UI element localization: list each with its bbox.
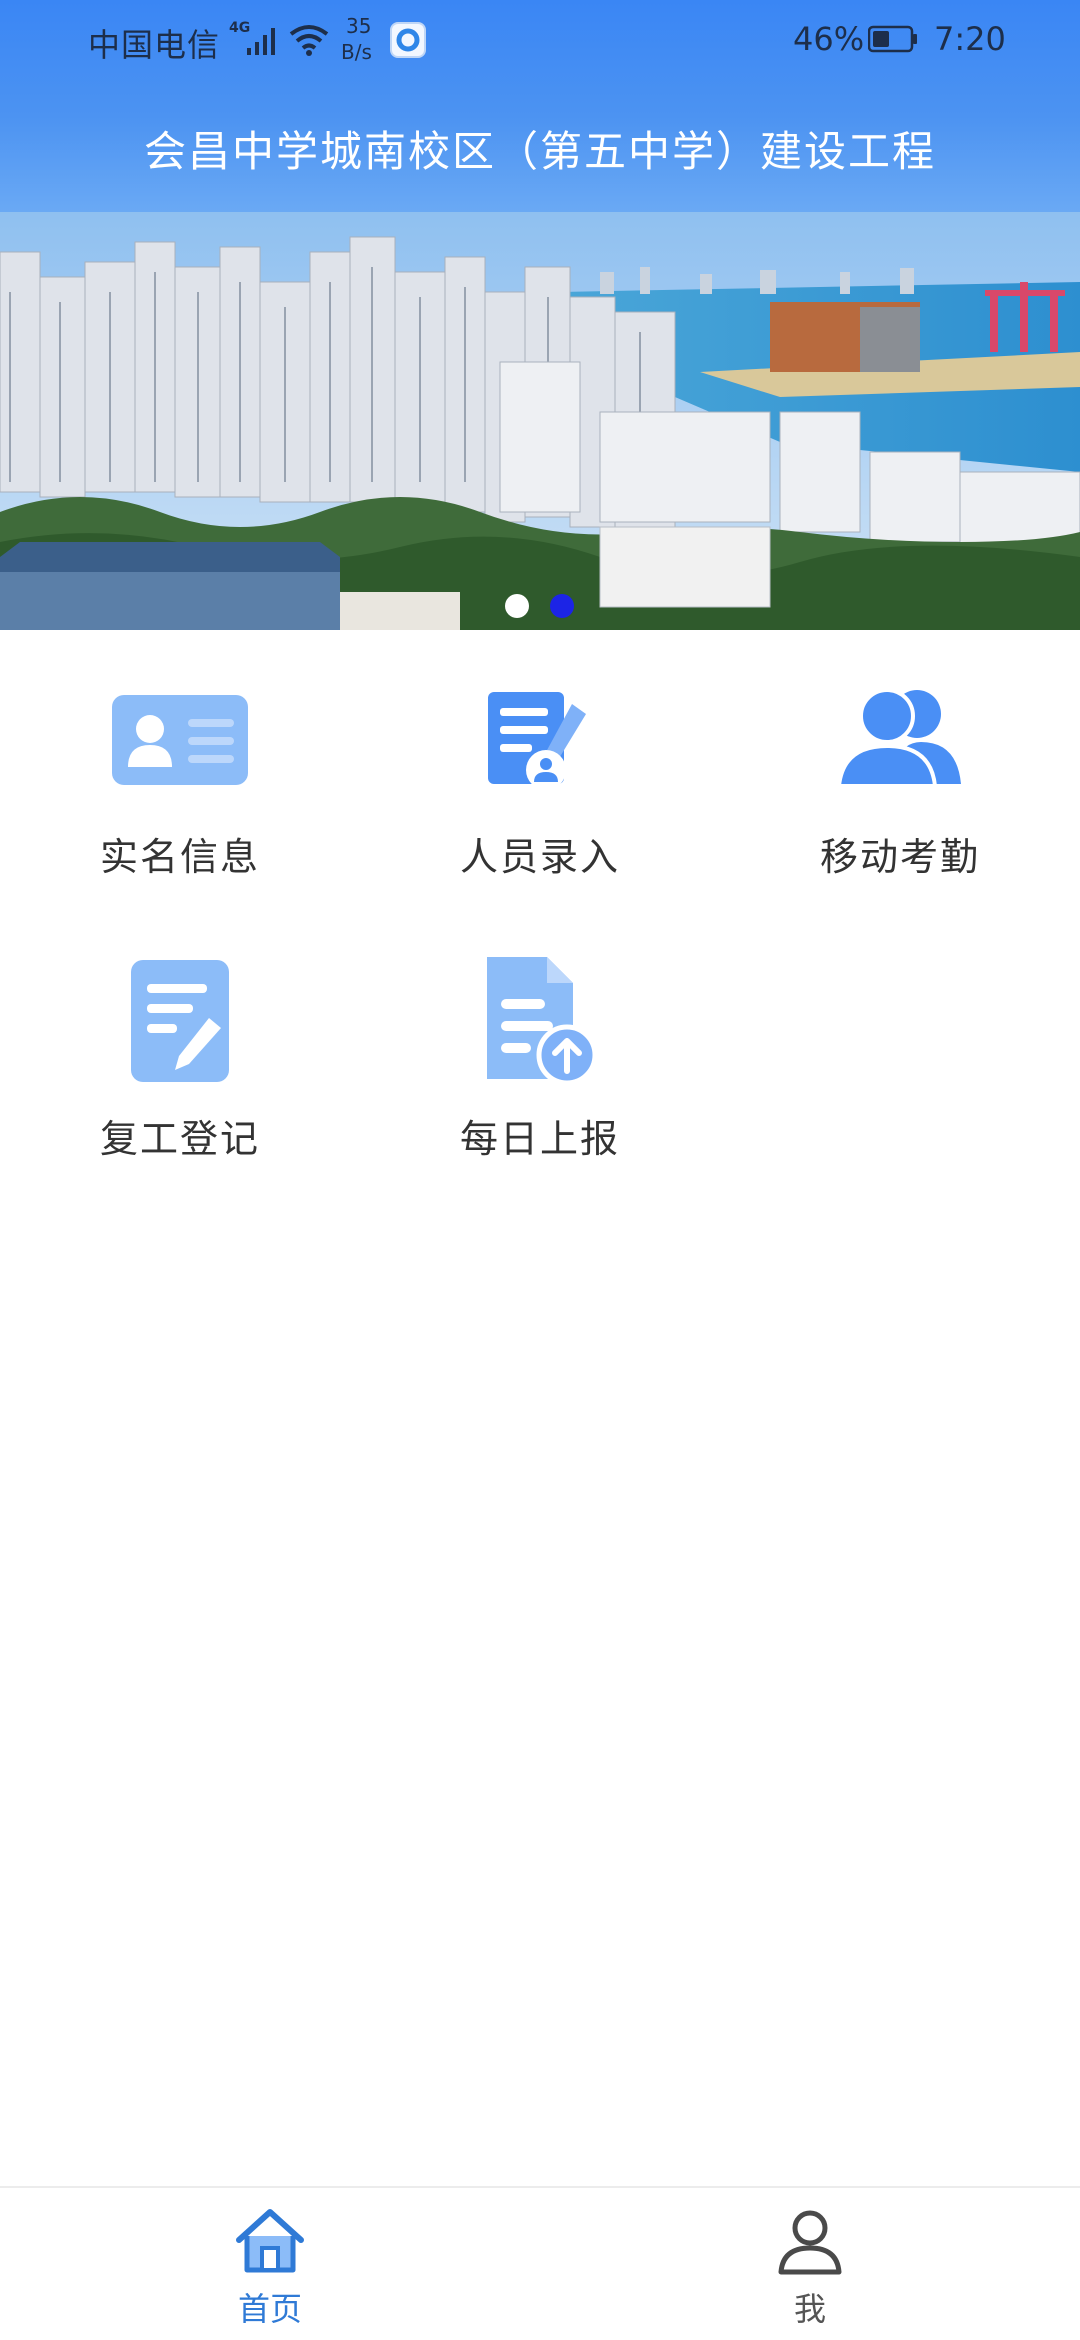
menu-item-real-name-info[interactable]: 实名信息 [50,664,310,884]
carousel-dot-1[interactable] [505,594,529,618]
signal-icon [247,28,275,55]
banner-carousel[interactable] [0,212,1080,630]
document-edit-person-icon [465,664,615,814]
menu-label: 实名信息 [99,835,260,879]
city-skyline-image [0,212,1080,630]
nav-item-home[interactable]: 首页 [170,2204,370,2334]
user-icon [778,2210,842,2275]
battery-percent: 46% [793,20,865,58]
carousel-dot-2[interactable] [550,594,574,618]
menu-item-mobile-attendance[interactable]: 移动考勤 [770,664,1030,884]
menu-item-resume-work-registration[interactable]: 复工登记 [50,946,310,1166]
menu-label: 复工登记 [99,1117,260,1161]
network-speed-value: 35 [346,14,372,38]
carousel-indicators [0,592,1080,620]
nav-label-me: 我 [793,2290,826,2328]
status-bar: 中国电信 4G 35 B/s 46% 7:20 [0,0,1080,84]
network-speed-unit: B/s [341,40,372,64]
form-pen-icon [105,946,255,1096]
document-upload-icon [465,946,615,1096]
carrier-name: 中国电信 [88,26,221,64]
menu-label: 移动考勤 [819,835,980,879]
clock: 7:20 [934,20,1006,58]
menu-item-personnel-entry[interactable]: 人员录入 [410,664,670,884]
home-icon [236,2209,304,2273]
page-title: 会昌中学城南校区（第五中学）建设工程 [143,126,936,176]
nav-item-me[interactable]: 我 [710,2204,910,2334]
people-group-icon [825,664,975,814]
menu-item-daily-report[interactable]: 每日上报 [410,946,670,1166]
battery-icon [868,25,917,53]
nav-label-home: 首页 [237,2290,302,2328]
menu-label: 人员录入 [459,835,620,879]
id-card-icon [105,664,255,814]
app-notification-icon [390,22,426,58]
title-bar: 会昌中学城南校区（第五中学）建设工程 [0,84,1080,212]
bottom-navigation: 首页 我 [0,2186,1080,2340]
menu-label: 每日上报 [459,1117,620,1161]
wifi-icon [289,25,329,56]
